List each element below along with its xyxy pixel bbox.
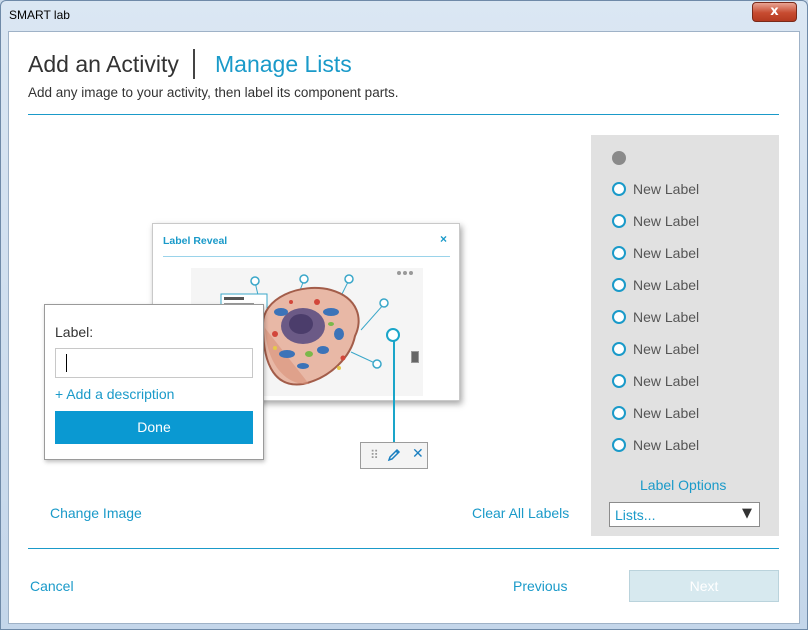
label-item-text: New Label bbox=[633, 213, 700, 229]
label-radio-icon[interactable] bbox=[612, 374, 626, 388]
preview-mini-button bbox=[411, 351, 419, 363]
footer-divider bbox=[28, 548, 779, 549]
label-item-text: New Label bbox=[633, 405, 700, 421]
label-item-text: New Label bbox=[633, 309, 700, 325]
label-item-text: New Label bbox=[633, 373, 700, 389]
label-list-header-dot bbox=[612, 151, 626, 165]
previous-link[interactable]: Previous bbox=[513, 578, 567, 594]
label-item-text: New Label bbox=[633, 277, 700, 293]
cancel-link[interactable]: Cancel bbox=[30, 578, 74, 594]
header-divider bbox=[28, 114, 779, 115]
label-item-text: New Label bbox=[633, 245, 700, 261]
preview-title: Label Reveal bbox=[163, 235, 228, 247]
preview-close-icon: × bbox=[440, 232, 448, 246]
dropdown-arrow-icon: ▼ bbox=[742, 506, 752, 521]
add-description-link[interactable]: + Add a description bbox=[55, 386, 174, 402]
pencil-icon[interactable] bbox=[387, 448, 401, 467]
label-item-text: New Label bbox=[633, 181, 700, 197]
dialog-content: Add an Activity Manage Lists Add any ima… bbox=[8, 31, 800, 624]
label-item-text: New Label bbox=[633, 341, 700, 357]
pencil-icon-graphic bbox=[387, 448, 401, 462]
label-radio-icon[interactable] bbox=[612, 406, 626, 420]
label-radio-icon[interactable] bbox=[612, 214, 626, 228]
window-title: SMART lab bbox=[9, 8, 70, 22]
label-radio-icon[interactable] bbox=[612, 342, 626, 356]
title-bar: SMART lab x bbox=[1, 1, 807, 29]
text-caret bbox=[66, 354, 67, 372]
label-radio-icon[interactable] bbox=[612, 278, 626, 292]
preview-divider bbox=[163, 256, 450, 257]
label-item-text: New Label bbox=[633, 437, 700, 453]
label-marker-handle[interactable] bbox=[386, 328, 400, 342]
app-window: SMART lab x Add an Activity Manage Lists… bbox=[0, 0, 808, 630]
label-options-link[interactable]: Label Options bbox=[640, 477, 726, 493]
manage-lists-link[interactable]: Manage Lists bbox=[215, 51, 352, 78]
lists-dropdown-value: Lists... bbox=[615, 507, 656, 523]
label-input[interactable] bbox=[55, 348, 253, 378]
clear-all-labels-link[interactable]: Clear All Labels bbox=[472, 505, 569, 521]
page-title: Add an Activity bbox=[28, 51, 179, 77]
label-marker-line bbox=[393, 341, 395, 443]
label-popup: Label: + Add a description Done bbox=[44, 304, 264, 460]
label-radio-icon[interactable] bbox=[612, 438, 626, 452]
next-button[interactable]: Next bbox=[629, 570, 779, 602]
close-icon: x bbox=[770, 4, 779, 19]
marker-toolbar: ⠿ ✕ bbox=[360, 442, 428, 469]
lists-dropdown[interactable]: Lists... ▼ bbox=[609, 502, 760, 527]
labels-panel: New Label New Label New Label New Label New … bbox=[591, 135, 779, 536]
label-radio-icon[interactable] bbox=[612, 310, 626, 324]
label-field-label: Label: bbox=[55, 324, 94, 340]
label-radio-icon[interactable] bbox=[612, 246, 626, 260]
done-button[interactable]: Done bbox=[55, 411, 253, 444]
delete-icon[interactable]: ✕ bbox=[412, 446, 424, 462]
header-separator bbox=[193, 49, 195, 79]
change-image-link[interactable]: Change Image bbox=[50, 505, 142, 521]
drag-grip-icon[interactable]: ⠿ bbox=[370, 448, 379, 462]
window-close-button[interactable]: x bbox=[752, 2, 797, 22]
page-subtitle: Add any image to your activity, then lab… bbox=[28, 85, 399, 100]
label-radio-icon[interactable] bbox=[612, 182, 626, 196]
